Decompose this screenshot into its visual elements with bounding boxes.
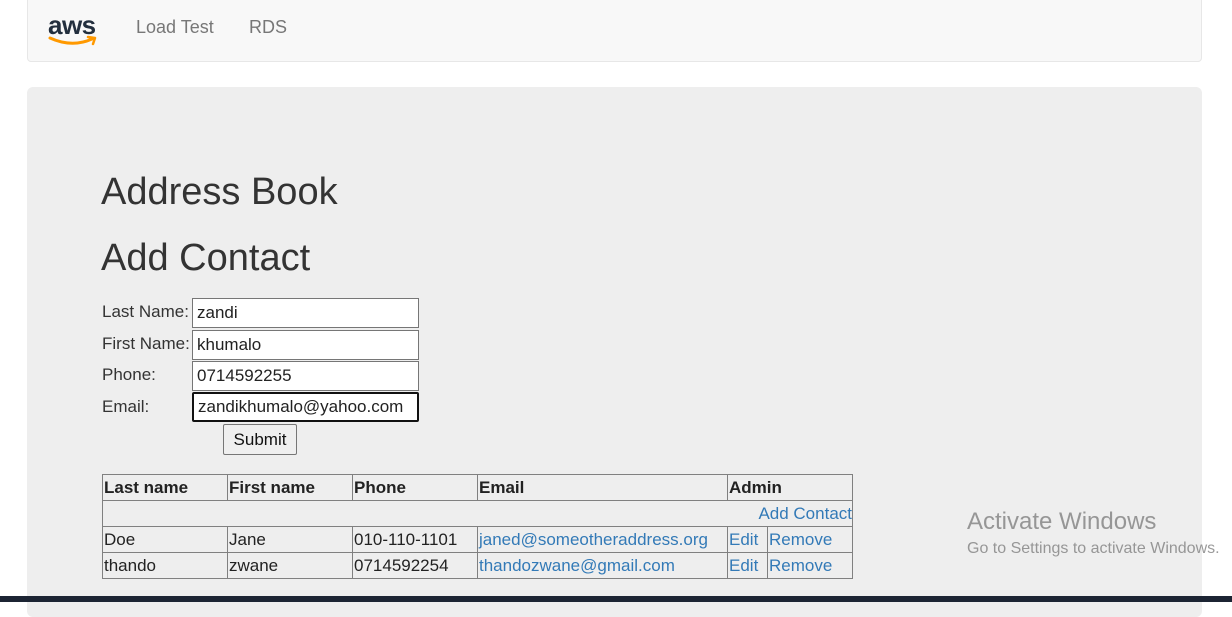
column-header-first-name: First name [227,474,353,501]
aws-smile-icon [48,35,97,46]
edit-link[interactable]: Edit [729,530,758,549]
email-link[interactable]: thandozwane@gmail.com [479,556,675,575]
first-name-field[interactable] [192,330,419,360]
add-contact-link[interactable]: Add Contact [758,504,852,523]
taskbar [0,596,1232,602]
email-label: Email: [102,397,150,416]
column-header-last-name: Last name [102,474,228,501]
remove-link[interactable]: Remove [769,530,832,549]
cell-edit: Edit [727,526,768,553]
cell-email: thandozwane@gmail.com [477,552,728,579]
add-contact-row: Add Contact [102,500,853,527]
table-row: thando zwane 0714592254 thandozwane@gmai… [102,552,853,579]
phone-field[interactable] [192,361,419,391]
column-header-admin: Admin [727,474,853,501]
column-header-phone: Phone [352,474,478,501]
email-field[interactable] [192,392,419,422]
email-link[interactable]: janed@someotheraddress.org [479,530,708,549]
add-contact-cell: Add Contact [102,500,853,527]
cell-last-name: thando [102,552,228,579]
cell-phone: 0714592254 [352,552,478,579]
activate-windows-watermark: Activate Windows Go to Settings to activ… [967,508,1220,558]
nav-link-rds[interactable]: RDS [249,17,287,38]
contacts-table: Last name First name Phone Email Admin A… [102,474,853,579]
phone-label: Phone: [102,365,156,384]
submit-button[interactable]: Submit [223,424,297,455]
table-header-row: Last name First name Phone Email Admin [102,474,853,501]
cell-last-name: Doe [102,526,228,553]
last-name-label: Last Name: [102,302,189,321]
section-title: Add Contact [101,237,311,279]
table-row: Doe Jane 010-110-1101 janed@someotheradd… [102,526,853,553]
edit-link[interactable]: Edit [729,556,758,575]
top-navbar: aws Load Test RDS [27,0,1202,62]
cell-edit: Edit [727,552,768,579]
last-name-field[interactable] [192,298,419,328]
cell-first-name: zwane [227,552,353,579]
cell-phone: 010-110-1101 [352,526,478,553]
watermark-subtitle: Go to Settings to activate Windows. [967,540,1220,557]
column-header-email: Email [477,474,728,501]
page-title: Address Book [101,171,338,213]
cell-email: janed@someotheraddress.org [477,526,728,553]
aws-logo[interactable]: aws [48,10,100,53]
cell-remove: Remove [767,552,853,579]
watermark-title: Activate Windows [967,508,1157,535]
remove-link[interactable]: Remove [769,556,832,575]
nav-link-load-test[interactable]: Load Test [136,17,214,38]
cell-remove: Remove [767,526,853,553]
cell-first-name: Jane [227,526,353,553]
aws-logo-text: aws [48,10,96,40]
first-name-label: First Name: [102,334,190,353]
